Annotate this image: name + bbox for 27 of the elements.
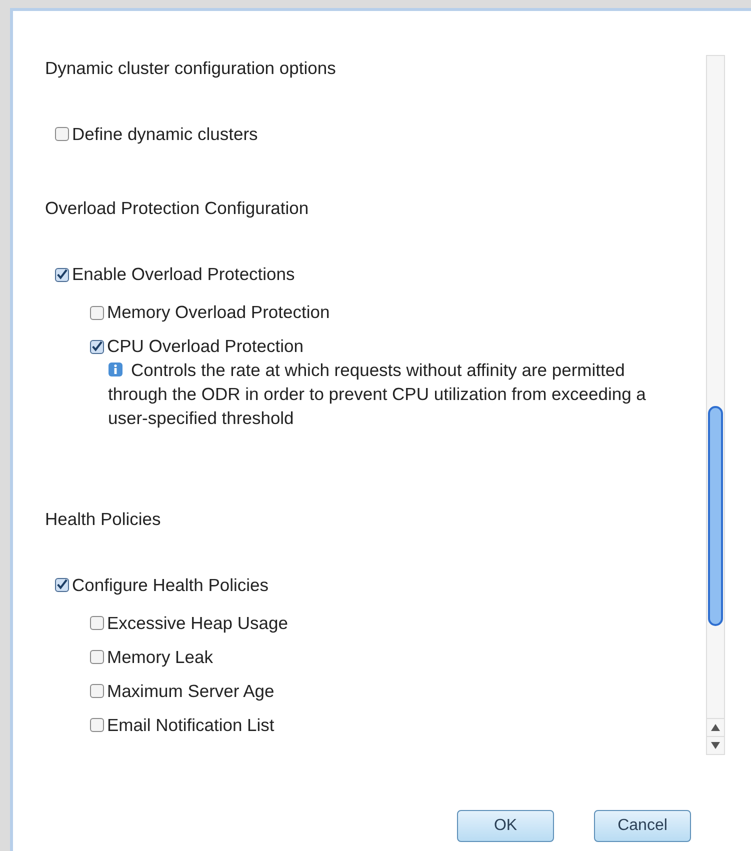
checkbox-label: Email Notification List (107, 714, 274, 737)
checkbox[interactable] (90, 684, 104, 698)
info-icon (108, 362, 123, 377)
checkbox[interactable] (90, 650, 104, 664)
checkbox[interactable] (90, 306, 104, 320)
checkbox-label: Enable Overload Protections (72, 263, 295, 286)
checkbox-label: Memory Leak (107, 646, 214, 669)
checkbox-label: Excessive Heap Usage (107, 612, 288, 635)
checkbox[interactable] (55, 578, 69, 592)
checkbox-label: Configure Health Policies (72, 574, 268, 597)
section-heading: Overload Protection Configuration (45, 197, 310, 220)
checkbox-label: Maximum Server Age (107, 680, 274, 703)
checkbox[interactable] (90, 616, 104, 630)
section-heading: Health Policies (45, 508, 162, 530)
ok-button[interactable]: OK (457, 810, 554, 842)
checkbox[interactable] (55, 268, 69, 282)
checkbox[interactable] (55, 127, 69, 142)
checkbox[interactable] (90, 340, 104, 354)
checkbox[interactable] (90, 718, 104, 732)
checkbox-label: Memory Overload Protection (107, 301, 330, 324)
info-text: Controls the rate at which requests without affinity are permitted through the ODR in order to prevent CPU utilization from exceeding a user-specified threshold (108, 358, 647, 430)
scrollbar[interactable] (706, 55, 725, 755)
checkbox-label: CPU Overload Protection (107, 335, 304, 358)
checkbox-label: Define dynamic clusters (72, 123, 258, 146)
cancel-button[interactable]: Cancel (594, 810, 691, 842)
scroll-thumb[interactable] (708, 406, 723, 626)
section-heading: Dynamic cluster configuration options (45, 57, 337, 80)
